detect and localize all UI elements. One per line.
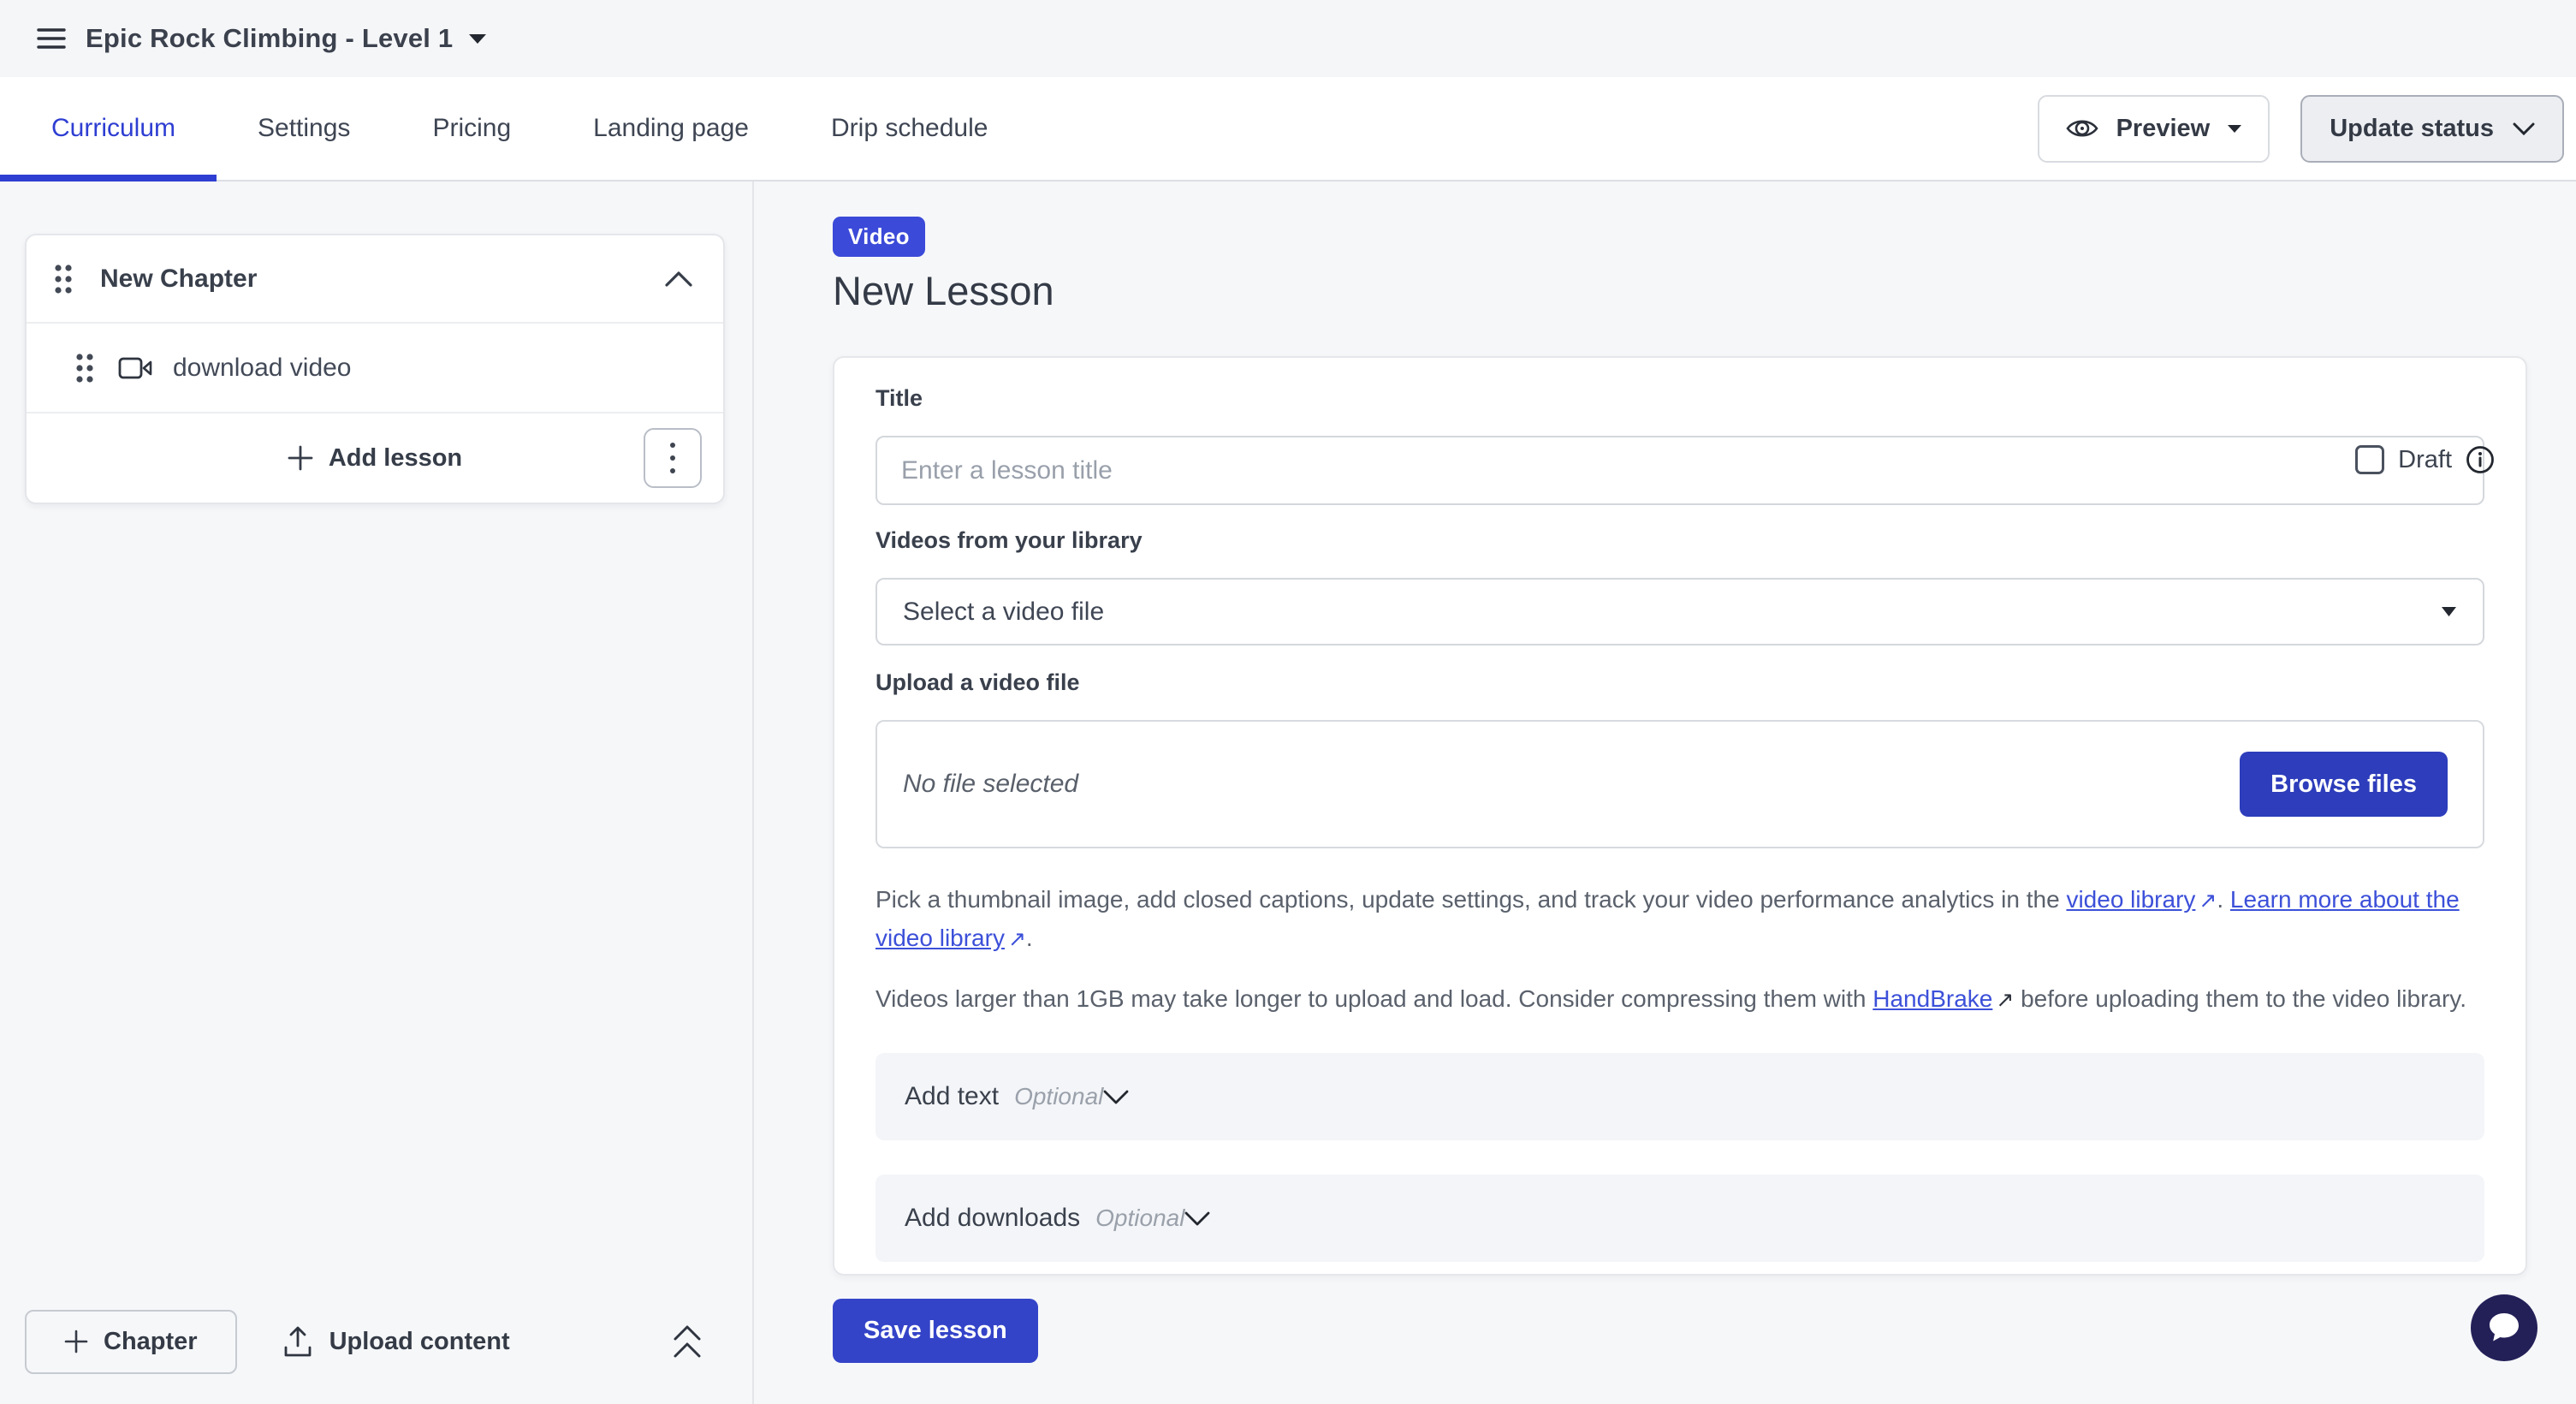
header-actions: Preview Update status	[2038, 77, 2576, 180]
chevron-down-icon	[2513, 122, 2535, 135]
info-icon[interactable]	[2466, 445, 2495, 474]
title-field-label: Title	[875, 385, 2484, 412]
upload-content-button[interactable]: Upload content	[278, 1324, 515, 1359]
external-link-icon: ↗	[1005, 921, 1026, 958]
lesson-item[interactable]: download video	[27, 324, 723, 413]
upload-icon	[283, 1325, 312, 1358]
lesson-editor: Video New Lesson Draft Title Videos from…	[754, 181, 2576, 1404]
tab-drip-schedule[interactable]: Drip schedule	[790, 77, 1029, 180]
product-title: Epic Rock Climbing - Level 1	[86, 23, 453, 54]
video-library-select[interactable]: Select a video file	[875, 578, 2484, 645]
sidebar-footer: Chapter Upload content	[0, 1288, 752, 1404]
hamburger-menu-icon[interactable]	[33, 20, 70, 57]
content-area: New Chapter download video	[0, 181, 2576, 1404]
browse-files-button[interactable]: Browse files	[2240, 752, 2448, 817]
plus-icon	[64, 1330, 88, 1353]
file-dropzone[interactable]: No file selected Browse files	[875, 720, 2484, 848]
add-downloads-section[interactable]: Add downloads Optional	[875, 1175, 2484, 1262]
external-link-icon: ↗	[2195, 883, 2217, 919]
add-lesson-button[interactable]: Add lesson	[27, 413, 723, 503]
chevron-down-icon	[1103, 1090, 1129, 1104]
drag-handle-icon[interactable]	[75, 353, 94, 384]
product-switcher[interactable]: Epic Rock Climbing - Level 1	[86, 23, 487, 54]
compression-help-text: Videos larger than 1GB may take longer t…	[875, 980, 2484, 1019]
lesson-title-input[interactable]	[875, 436, 2484, 505]
update-status-button[interactable]: Update status	[2300, 95, 2564, 163]
kebab-icon	[670, 443, 675, 473]
eye-icon	[2065, 116, 2099, 140]
drag-handle-icon[interactable]	[54, 264, 73, 294]
tab-settings[interactable]: Settings	[217, 77, 391, 180]
add-text-section[interactable]: Add text Optional	[875, 1053, 2484, 1140]
handbrake-link[interactable]: HandBrake	[1873, 985, 1992, 1012]
chapter-title: New Chapter	[100, 265, 257, 294]
plus-icon	[288, 445, 313, 471]
preview-button[interactable]: Preview	[2038, 95, 2270, 163]
add-lesson-row: Add lesson	[27, 413, 723, 503]
upload-field-label: Upload a video file	[875, 669, 2484, 696]
chat-widget-button[interactable]	[2471, 1294, 2537, 1361]
course-tabbar: Curriculum Settings Pricing Landing page…	[0, 77, 2576, 181]
external-link-icon: ↗	[1992, 982, 2014, 1019]
add-chapter-button[interactable]: Chapter	[25, 1310, 237, 1374]
double-chevron-up-icon	[672, 1324, 703, 1359]
chapter-options-button[interactable]	[644, 428, 702, 488]
caret-down-icon	[468, 33, 487, 45]
tab-curriculum[interactable]: Curriculum	[0, 77, 217, 180]
lesson-form-card: Title Videos from your library Select a …	[833, 356, 2527, 1276]
select-value: Select a video file	[903, 598, 1104, 627]
collapse-all-button[interactable]	[672, 1324, 703, 1359]
chapter-card: New Chapter download video	[25, 234, 725, 504]
tab-landing-page[interactable]: Landing page	[552, 77, 790, 180]
tab-list: Curriculum Settings Pricing Landing page…	[0, 77, 1029, 180]
curriculum-sidebar: New Chapter download video	[0, 181, 754, 1404]
lesson-title: download video	[173, 354, 352, 383]
draft-label: Draft	[2398, 446, 2452, 474]
collapse-chapter-icon[interactable]	[665, 271, 692, 287]
select-caret-icon	[2441, 606, 2457, 617]
video-camera-icon	[118, 356, 152, 380]
lesson-page-title: New Lesson	[833, 267, 2576, 315]
lesson-type-badge: Video	[833, 217, 925, 257]
no-file-text: No file selected	[903, 770, 1078, 799]
chat-bubble-icon	[2486, 1311, 2522, 1345]
video-library-help-text: Pick a thumbnail image, add closed capti…	[875, 881, 2484, 958]
draft-checkbox[interactable]	[2355, 445, 2384, 474]
app-header: Epic Rock Climbing - Level 1	[0, 0, 2576, 77]
chevron-down-icon	[1184, 1211, 1210, 1226]
video-library-link[interactable]: video library	[2066, 886, 2195, 913]
library-field-label: Videos from your library	[875, 527, 2484, 554]
caret-down-icon	[2227, 124, 2242, 134]
draft-toggle-row: Draft	[2355, 445, 2495, 474]
tab-pricing[interactable]: Pricing	[391, 77, 552, 180]
save-lesson-button[interactable]: Save lesson	[833, 1299, 1038, 1363]
chapter-header[interactable]: New Chapter	[27, 235, 723, 324]
